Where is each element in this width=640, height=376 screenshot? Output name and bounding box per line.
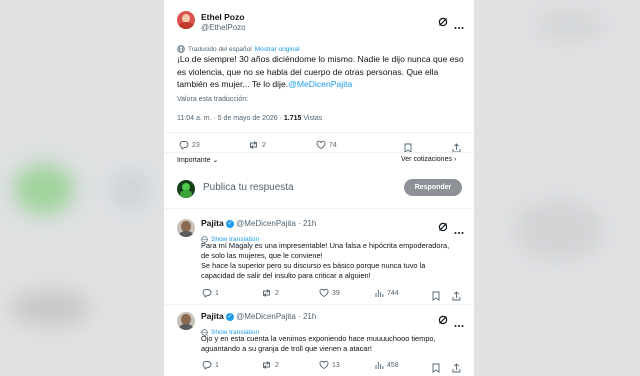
repost-icon <box>263 289 270 297</box>
background-blur-shape <box>534 10 604 40</box>
divider <box>164 132 474 133</box>
like-count: 74 <box>329 141 337 149</box>
repost-icon <box>263 361 270 369</box>
user-avatar[interactable] <box>177 180 195 198</box>
avatar[interactable] <box>177 312 195 330</box>
reply-line: aguantando a su granja de troll que vien… <box>201 344 372 353</box>
views-action[interactable]: 744 <box>374 288 399 298</box>
chevron-down-icon: ⌄ <box>212 157 219 164</box>
reply-author-handle[interactable]: @MeDicenPajita <box>236 312 296 321</box>
avatar[interactable] <box>177 219 195 237</box>
reply-action[interactable]: 1 <box>202 360 219 370</box>
more-options-icon[interactable] <box>454 17 464 35</box>
background-blur-shape <box>514 200 604 260</box>
background-blur-shape <box>110 170 150 210</box>
reply-text: Ojo y en esta cuenta la venimos exponien… <box>201 334 471 354</box>
show-original-link[interactable]: Mostrar original <box>255 46 300 53</box>
author-name[interactable]: Ethel Pozo <box>201 12 244 22</box>
verified-badge-icon: ✓ <box>225 219 234 228</box>
reply-action[interactable]: 23 <box>179 140 200 150</box>
reply-line: de solo las mujeres, que le conviene! <box>201 251 323 260</box>
grok-icon[interactable] <box>438 219 448 237</box>
heart-icon <box>316 140 326 150</box>
reply-icon <box>202 289 212 298</box>
background-blur-shape <box>10 290 90 326</box>
chevron-right-icon: › <box>453 156 457 163</box>
reply-composer-input[interactable]: Publica tu respuesta <box>203 182 294 193</box>
repost-count: 2 <box>275 289 279 297</box>
like-count: 13 <box>332 361 340 369</box>
post-timestamp: 11:04 a. m. · 5 de mayo de 2026 · 1.715 … <box>177 115 322 122</box>
heart-icon <box>319 288 329 298</box>
reply-line: Se hace la superior pero su discurso es … <box>201 261 426 270</box>
reply-author-name[interactable]: Pajita <box>201 311 224 321</box>
avatar[interactable] <box>177 11 195 29</box>
views-icon <box>375 290 384 297</box>
reply-item[interactable]: Pajita ✓ @MeDicenPajita · 21h Show trans… <box>164 309 474 376</box>
background-blur-shape <box>14 164 74 214</box>
like-count: 39 <box>332 289 340 297</box>
reply-time[interactable]: · 21h <box>298 219 316 228</box>
important-label[interactable]: Importante ⌄ <box>177 156 218 164</box>
reply-text: Para mí Magaly es una impresentable! Una… <box>201 241 471 281</box>
reply-line: Para mí Magaly es una impresentable! Una… <box>201 241 450 250</box>
grok-icon[interactable] <box>438 14 448 32</box>
reply-count: 1 <box>215 289 219 297</box>
reply-time[interactable]: · 21h <box>298 312 316 321</box>
bookmark-icon[interactable] <box>432 360 440 376</box>
like-action[interactable]: 74 <box>316 140 337 150</box>
views-count: 1.715 <box>283 115 302 122</box>
reply-icon <box>179 141 189 150</box>
verified-badge-icon: ✓ <box>225 312 234 321</box>
reply-line: Ojo y en esta cuenta la venimos exponien… <box>201 334 436 343</box>
repost-action[interactable]: 2 <box>261 288 279 298</box>
views-label: Vistas <box>303 115 323 122</box>
views-icon <box>375 362 384 369</box>
views-count: 458 <box>387 361 399 369</box>
grok-icon[interactable] <box>438 312 448 330</box>
background-left <box>0 0 164 376</box>
background-right <box>474 0 640 376</box>
reply-icon <box>202 361 212 370</box>
quotes-link[interactable]: Ver cotizaciones › <box>401 156 456 163</box>
quotes-text: Ver cotizaciones <box>401 156 452 163</box>
divider <box>164 304 474 305</box>
like-action[interactable]: 39 <box>319 288 340 298</box>
repost-count: 2 <box>262 141 266 149</box>
translated-label: Traducido del español <box>188 45 252 53</box>
share-icon[interactable] <box>452 360 461 376</box>
reply-button[interactable]: Responder <box>404 179 462 196</box>
reply-action[interactable]: 1 <box>202 288 219 298</box>
more-options-icon[interactable] <box>454 222 464 240</box>
reply-line: capacidad de salir del insulto para crit… <box>201 271 371 280</box>
heart-icon <box>319 360 329 370</box>
post-panel: Ethel Pozo @EthelPozo Traducido del espa… <box>164 0 474 376</box>
mention-link[interactable]: @MeDicenPajita <box>288 79 352 89</box>
reply-author-name[interactable]: Pajita <box>201 218 224 228</box>
divider <box>164 208 474 209</box>
author-handle[interactable]: @EthelPozo <box>201 23 246 32</box>
more-options-icon[interactable] <box>454 315 464 333</box>
repost-action[interactable]: 2 <box>248 140 266 150</box>
timestamp-text[interactable]: 11:04 a. m. · 5 de mayo de 2026 · <box>177 115 284 122</box>
views-count: 744 <box>387 289 399 297</box>
views-action[interactable]: 458 <box>374 360 399 370</box>
repost-icon <box>250 141 257 149</box>
divider <box>164 152 474 153</box>
repost-count: 2 <box>275 361 279 369</box>
reply-item[interactable]: Pajita ✓ @MeDicenPajita · 21h Show trans… <box>164 216 474 302</box>
reply-count: 23 <box>192 141 200 149</box>
rate-translation[interactable]: Valora esta traducción: <box>177 96 248 103</box>
repost-action[interactable]: 2 <box>261 360 279 370</box>
like-action[interactable]: 13 <box>319 360 340 370</box>
reply-count: 1 <box>215 361 219 369</box>
post-text: ¡Lo de siempre! 30 años diciéndome lo mi… <box>177 53 467 91</box>
important-text: Importante <box>177 157 211 164</box>
reply-author-handle[interactable]: @MeDicenPajita <box>236 219 296 228</box>
